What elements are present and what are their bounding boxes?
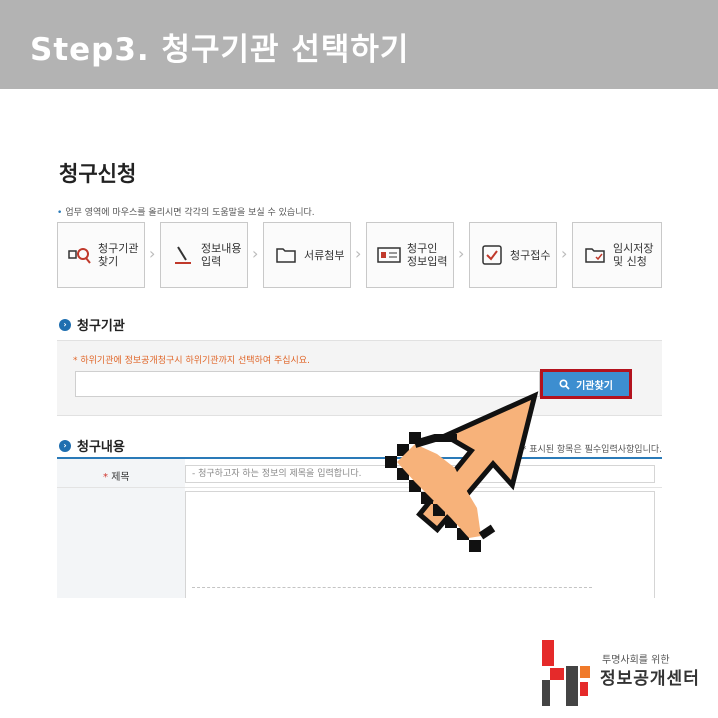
dashed-divider	[192, 587, 592, 588]
pen-icon	[171, 243, 195, 267]
search-icon	[559, 378, 570, 390]
chevron-right-icon: ›	[252, 244, 259, 263]
save-folder-icon	[583, 243, 607, 267]
step-applicant[interactable]: 청구인 정보입력	[366, 222, 454, 288]
chevron-right-icon: ›	[561, 244, 568, 263]
screenshot-panel: 청구신청 • 업무 영역에 마우스를 올리시면 각각의 도움말을 보실 수 있습니…	[57, 150, 662, 598]
help-hint: • 업무 영역에 마우스를 올리시면 각각의 도움말을 보실 수 있습니다.	[57, 208, 315, 218]
org-section-title: 청구기관	[77, 319, 125, 334]
step-save-submit[interactable]: 임시저장 및 신청	[572, 222, 662, 288]
search-org-icon	[68, 243, 92, 267]
chevron-right-icon: ›	[355, 244, 362, 263]
find-org-button[interactable]: 기관찾기	[543, 372, 629, 396]
pointer-cursor-icon	[385, 391, 539, 552]
chevron-right-icon: ›	[59, 318, 71, 331]
row-divider	[57, 487, 662, 488]
content-section-title: 청구내용	[77, 440, 125, 455]
find-org-label: 기관찾기	[576, 380, 613, 392]
step-find-org[interactable]: 청구기관 찾기	[57, 222, 145, 288]
org-note: * 하위기관에 정보공개청구시 하위기관까지 선택하여 주십시요.	[73, 356, 310, 366]
step-info-input[interactable]: 정보내용 입력	[160, 222, 248, 288]
page-title: 청구신청	[59, 162, 137, 186]
chevron-right-icon: ›	[458, 244, 465, 263]
step-banner: Step3. 청구기관 선택하기	[0, 0, 718, 89]
org-logo: 투명사회를 위한 정보공개센터	[540, 640, 710, 710]
step-attach[interactable]: 서류첨부	[263, 222, 351, 288]
id-card-icon	[377, 243, 401, 267]
help-hint-text: 업무 영역에 마우스를 올리시면 각각의 도움말을 보실 수 있습니다.	[65, 208, 315, 218]
banner-title: Step3. 청구기관 선택하기	[30, 32, 410, 68]
logo-mark-icon	[542, 640, 590, 706]
step-progress: 청구기관 찾기 › 정보내용 입력 › 서류첨부 › 청구인 정보입력 › 청구…	[57, 222, 662, 290]
step-label: 청구기관 찾기	[98, 242, 139, 268]
check-box-icon	[480, 243, 504, 267]
content-section-heading: › 청구내용	[59, 436, 125, 455]
folder-icon	[274, 243, 298, 267]
content-form: * 제목 - 청구하고자 하는 정보의 제목을 입력합니다.	[57, 457, 662, 598]
step-label: 서류첨부	[304, 248, 345, 262]
step-label: 정보내용 입력	[201, 242, 242, 268]
title-label-text: 제목	[111, 472, 130, 483]
logo-name: 정보공개센터	[600, 669, 700, 689]
org-search-box: * 하위기관에 정보공개청구시 하위기관까지 선택하여 주십시요. 기관찾기	[57, 340, 662, 416]
step-label: 청구인 정보입력	[407, 242, 448, 268]
step-receipt[interactable]: 청구접수	[469, 222, 557, 288]
title-label: * 제목	[103, 472, 130, 483]
org-section-heading: › 청구기관	[59, 315, 125, 334]
step-label: 임시저장 및 신청	[613, 242, 654, 268]
step-label: 청구접수	[510, 248, 551, 262]
chevron-right-icon: ›	[149, 244, 156, 263]
chevron-right-icon: ›	[59, 439, 71, 452]
